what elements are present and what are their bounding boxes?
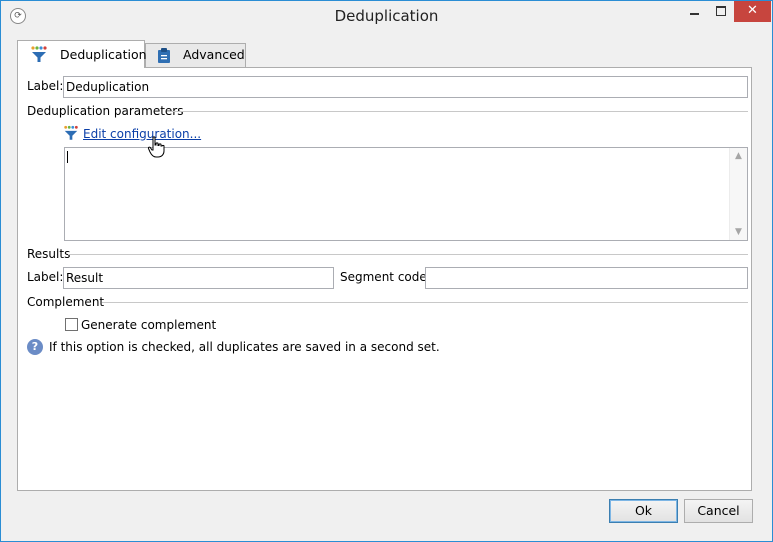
label-caption: Label: (27, 79, 64, 93)
section-divider (68, 254, 748, 255)
close-button[interactable]: ✕ (734, 1, 771, 22)
deduplication-funnel-icon (31, 46, 47, 62)
scroll-up-icon[interactable]: ▲ (730, 151, 747, 161)
section-divider (167, 111, 748, 112)
generate-complement-label[interactable]: Generate complement (81, 318, 216, 332)
cancel-button[interactable]: Cancel (684, 499, 753, 523)
edit-config-funnel-icon (64, 125, 78, 140)
generate-complement-checkbox[interactable] (65, 318, 78, 331)
tab-advanced[interactable]: Advanced (145, 43, 246, 67)
text-caret (67, 151, 68, 163)
tab-advanced-label: Advanced (183, 47, 245, 62)
window-title: Deduplication (334, 7, 439, 25)
scroll-down-icon[interactable]: ▼ (730, 227, 747, 237)
vertical-scrollbar[interactable]: ▲ ▼ (729, 148, 747, 240)
hand-pointer-icon (147, 136, 165, 158)
results-heading: Results (27, 247, 71, 261)
clipboard-icon (158, 48, 170, 63)
help-text: If this option is checked, all duplicate… (49, 340, 440, 354)
maximize-button[interactable] (708, 1, 734, 22)
dedup-params-heading: Deduplication parameters (27, 104, 184, 118)
title-bar: ⟳ Deduplication ✕ (1, 1, 772, 32)
deduplication-dialog: ⟳ Deduplication ✕ Deduplication Advanced… (0, 0, 773, 542)
result-label-caption: Label: (27, 270, 64, 284)
segment-code-input[interactable] (425, 267, 748, 289)
complement-heading: Complement (27, 295, 105, 309)
segment-code-caption: Segment code: (340, 270, 431, 284)
ok-button[interactable]: Ok (609, 499, 678, 523)
cancel-button-label: Cancel (697, 503, 740, 518)
ok-button-label: Ok (634, 503, 653, 518)
maximize-icon (716, 6, 726, 16)
label-input[interactable]: Deduplication (63, 76, 748, 98)
section-divider (102, 302, 748, 303)
close-icon: ✕ (747, 3, 758, 18)
minimize-button[interactable] (681, 1, 708, 22)
tab-deduplication[interactable]: Deduplication (17, 40, 147, 68)
minimize-icon (690, 13, 699, 15)
result-label-input[interactable]: Result (63, 267, 334, 289)
tab-deduplication-label: Deduplication (60, 47, 147, 62)
edit-configuration-link[interactable]: Edit configuration... (83, 127, 201, 141)
dedup-config-textarea[interactable]: ▲ ▼ (64, 147, 748, 241)
help-icon: ? (27, 339, 43, 355)
